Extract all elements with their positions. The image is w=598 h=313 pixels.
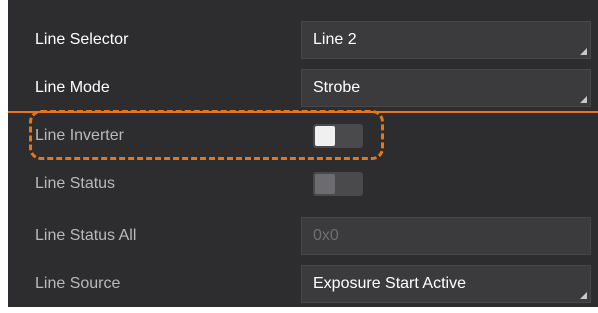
highlight-annotation [29, 110, 384, 160]
line-status-all-value: 0x0 [313, 227, 339, 244]
line-source-label: Line Source [35, 275, 121, 292]
dropdown-corner-icon [580, 96, 587, 103]
line-source-dropdown[interactable]: Exposure Start Active [301, 265, 591, 303]
line-status-label: Line Status [35, 175, 116, 192]
line-mode-label: Line Mode [35, 79, 110, 96]
line-status-toggle [313, 172, 363, 196]
line-selector-label: Line Selector [35, 31, 129, 48]
row-line-status: Line Status [8, 158, 598, 210]
dropdown-corner-icon [580, 292, 587, 299]
row-line-mode: Line Mode Strobe [8, 62, 598, 114]
line-mode-dropdown[interactable]: Strobe [301, 69, 591, 107]
toggle-knob [315, 174, 335, 194]
line-status-all-label: Line Status All [35, 227, 137, 244]
row-line-selector: Line Selector Line 2 [8, 14, 598, 66]
properties-panel: Line Selector Line 2 Line Mode Strobe Li… [8, 0, 598, 307]
line-mode-value: Strobe [313, 79, 361, 96]
row-line-source: Line Source Exposure Start Active [8, 258, 598, 310]
line-status-all-field: 0x0 [301, 217, 591, 255]
line-source-value: Exposure Start Active [313, 275, 466, 292]
row-line-status-all: Line Status All 0x0 [8, 210, 598, 262]
dropdown-corner-icon [580, 48, 587, 55]
line-selector-value: Line 2 [313, 31, 357, 48]
line-selector-dropdown[interactable]: Line 2 [301, 21, 591, 59]
